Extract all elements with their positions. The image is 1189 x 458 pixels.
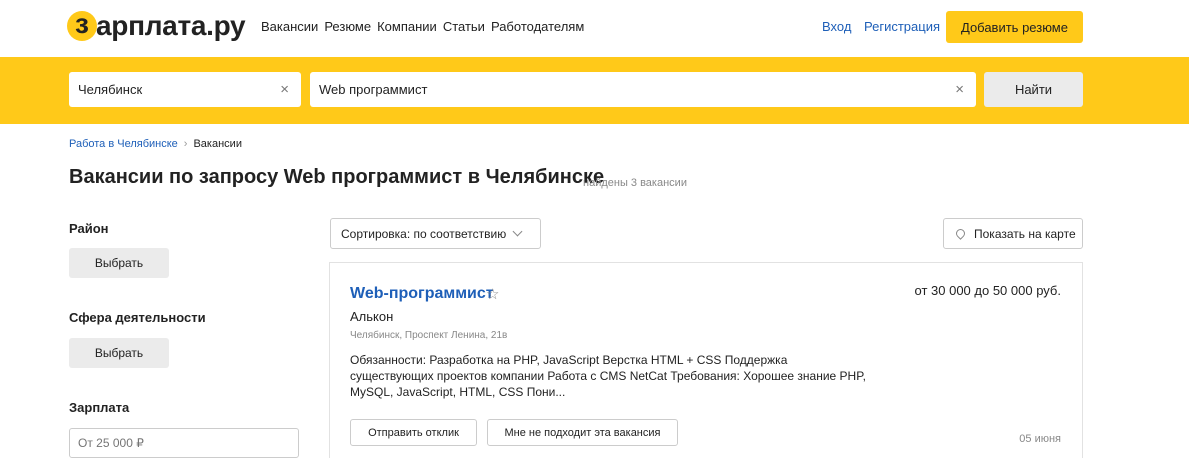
logo-letter: з	[75, 8, 89, 39]
breadcrumb: Работа в Челябинске › Вакансии	[69, 138, 242, 150]
vacancy-title[interactable]: Web-программист	[350, 285, 494, 303]
vacancy-salary: от 30 000 до 50 000 руб.	[914, 283, 1061, 298]
vacancy-card: Web-программист ☆ от 30 000 до 50 000 ру…	[329, 262, 1083, 458]
salary-input[interactable]	[69, 428, 299, 458]
vacancy-description: Обязанности: Разработка на PHP, JavaScri…	[350, 353, 866, 399]
breadcrumb-current: Вакансии	[193, 138, 242, 150]
salary-filter-label: Зарплата	[69, 400, 130, 415]
vacancy-date: 05 июня	[1019, 433, 1061, 445]
login-link[interactable]: Вход	[822, 19, 851, 34]
vacancy-address: Челябинск, Проспект Ленина, 21в	[350, 330, 508, 341]
city-value: Челябинск	[78, 82, 143, 97]
district-select-button[interactable]: Выбрать	[69, 248, 169, 278]
page-title: Вакансии по запросу Web программист в Че…	[69, 166, 605, 188]
find-button[interactable]: Найти	[984, 72, 1083, 107]
main-nav: Вакансии Резюме Компании Статьи Работода…	[261, 19, 590, 34]
breadcrumb-separator-icon: ›	[183, 138, 188, 150]
nav-item-articles[interactable]: Статьи	[443, 19, 485, 34]
not-suitable-button[interactable]: Мне не подходит эта вакансия	[487, 419, 678, 446]
show-on-map-label: Показать на карте	[974, 226, 1076, 241]
nav-item-resume[interactable]: Резюме	[324, 19, 371, 34]
sphere-select-button[interactable]: Выбрать	[69, 338, 169, 368]
register-link[interactable]: Регистрация	[864, 19, 940, 34]
site-logo[interactable]: з арплата.ру	[67, 8, 246, 43]
clear-query-icon[interactable]: ×	[955, 81, 964, 98]
map-pin-icon	[954, 227, 967, 240]
show-on-map-button[interactable]: Показать на карте	[943, 218, 1083, 249]
clear-city-icon[interactable]: ×	[280, 81, 289, 98]
nav-item-companies[interactable]: Компании	[377, 19, 437, 34]
nav-item-vacancies[interactable]: Вакансии	[261, 19, 318, 34]
sort-label: Сортировка: по соответствию	[341, 226, 507, 241]
search-band: Челябинск × Web программист × Найти	[0, 57, 1189, 124]
favorite-star-icon[interactable]: ☆	[486, 285, 499, 303]
logo-text: арплата.ру	[96, 10, 246, 41]
query-value: Web программист	[319, 82, 428, 97]
add-resume-button[interactable]: Добавить резюме	[946, 11, 1083, 43]
query-field[interactable]: Web программист ×	[310, 72, 976, 107]
district-filter-label: Район	[69, 221, 109, 236]
results-count: найдены 3 вакансии	[583, 177, 687, 189]
nav-item-employers[interactable]: Работодателям	[491, 19, 584, 34]
chevron-down-icon	[512, 226, 523, 237]
city-field[interactable]: Челябинск ×	[69, 72, 301, 107]
logo-badge: з	[67, 8, 97, 41]
respond-button[interactable]: Отправить отклик	[350, 419, 477, 446]
sphere-filter-label: Сфера деятельности	[69, 310, 206, 325]
sort-dropdown[interactable]: Сортировка: по соответствию	[330, 218, 541, 249]
breadcrumb-link[interactable]: Работа в Челябинске	[69, 138, 178, 150]
site-header: з арплата.ру Вакансии Резюме Компании Ст…	[0, 0, 1189, 57]
vacancy-company[interactable]: Алькон	[350, 309, 393, 324]
